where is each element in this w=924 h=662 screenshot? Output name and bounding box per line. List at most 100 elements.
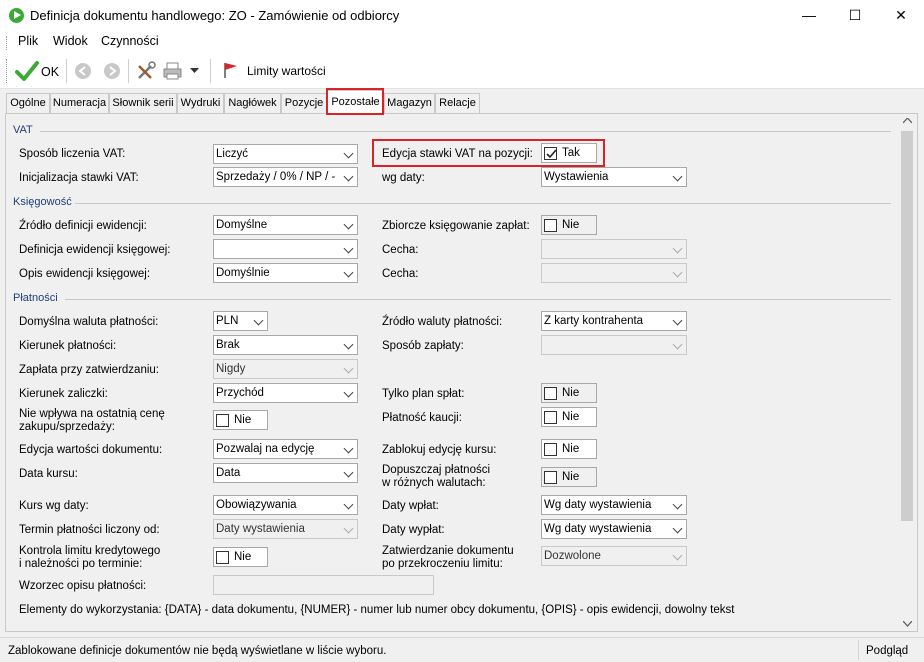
zatwierdzanie-dokumentu-label-line2: po przekroczeniu limitu: bbox=[382, 558, 503, 570]
chevron-down-icon bbox=[672, 550, 683, 561]
toolbar: OK Limity wartości bbox=[0, 53, 924, 89]
zaplata-przy-zatwierdzaniu-value: Nigdy bbox=[216, 363, 246, 375]
printer-icon[interactable] bbox=[162, 61, 184, 81]
status-message: Zablokowane definicje dokumentów nie będ… bbox=[8, 645, 387, 657]
chevron-down-icon bbox=[672, 171, 683, 182]
section-ksiegowosc-header: Księgowość bbox=[13, 196, 72, 208]
sposob-zaplaty-label: Sposób zapłaty: bbox=[382, 340, 464, 352]
opis-ewidencji-label: Opis ewidencji księgowej: bbox=[19, 268, 151, 280]
opis-ewidencji-select[interactable]: Domyślnie bbox=[213, 263, 358, 283]
tab-naglowek[interactable]: Nagłówek bbox=[224, 93, 281, 113]
kontrola-limitu-checkbox[interactable]: Nie bbox=[213, 547, 268, 567]
zbiorcze-ksiegowanie-checkbox[interactable]: Nie bbox=[541, 215, 597, 235]
chevron-down-icon bbox=[672, 339, 683, 350]
status-bar: Zablokowane definicje dokumentów nie będ… bbox=[0, 637, 924, 662]
limits-label: Limity wartości bbox=[247, 64, 326, 78]
domyslna-waluta-select[interactable]: PLN bbox=[213, 311, 268, 331]
kurs-wg-daty-select[interactable]: Obowiązywania bbox=[213, 495, 358, 515]
nie-wplywa-checkbox[interactable]: Nie bbox=[213, 410, 268, 430]
definicja-ewidencji-select[interactable] bbox=[213, 239, 358, 259]
kierunek-platnosci-select[interactable]: Brak bbox=[213, 335, 358, 355]
menu-czynnosci[interactable]: Czynności bbox=[101, 34, 159, 48]
data-kursu-select[interactable]: Data bbox=[213, 463, 358, 483]
previous-icon[interactable] bbox=[74, 62, 92, 80]
scroll-down-icon[interactable] bbox=[903, 621, 912, 627]
close-button[interactable]: ✕ bbox=[878, 0, 924, 31]
nie-wplywa-label-line1: Nie wpływa na ostatnią cenę bbox=[19, 408, 165, 420]
tylko-plan-splat-checkbox[interactable]: Nie bbox=[541, 383, 597, 403]
checkbox-box bbox=[544, 219, 557, 232]
zaplata-przy-zatwierdzaniu-select[interactable]: Nigdy bbox=[213, 359, 358, 379]
tab-magazyn[interactable]: Magazyn bbox=[384, 93, 435, 113]
zbiorcze-ksiegowanie-value: Nie bbox=[562, 219, 580, 231]
chevron-down-icon bbox=[343, 499, 354, 510]
tab-wydruki[interactable]: Wydruki bbox=[177, 93, 224, 113]
sposob-zaplaty-select[interactable] bbox=[541, 335, 687, 355]
definicja-ewidencji-label: Definicja ewidencji księgowej: bbox=[19, 244, 171, 256]
tab-ogolne[interactable]: Ogólne bbox=[6, 93, 50, 113]
wg-daty-label: wg daty: bbox=[382, 172, 425, 184]
platnosc-kaucji-value: Nie bbox=[562, 411, 580, 423]
chevron-down-icon bbox=[672, 315, 683, 326]
wzorzec-opisu-input[interactable] bbox=[213, 575, 434, 595]
limits-button[interactable]: Limity wartości bbox=[222, 59, 332, 83]
maximize-button[interactable]: ☐ bbox=[832, 0, 878, 31]
dopuszczaj-platnosci-checkbox[interactable]: Nie bbox=[541, 467, 597, 487]
tab-relacje[interactable]: Relacje bbox=[435, 93, 480, 113]
platnosc-kaucji-label: Płatność kaucji: bbox=[382, 412, 462, 424]
ok-button[interactable]: OK bbox=[13, 57, 63, 85]
menu-grip bbox=[6, 36, 7, 50]
checkbox-box bbox=[216, 551, 229, 564]
chevron-down-icon bbox=[343, 339, 354, 350]
vat-highlight-box bbox=[372, 139, 605, 167]
edycja-wartosci-label: Edycja wartości dokumentu: bbox=[19, 444, 163, 456]
zatwierdzanie-dokumentu-label-line1: Zatwierdzanie dokumentu bbox=[382, 545, 514, 557]
menu-widok[interactable]: Widok bbox=[53, 34, 88, 48]
data-kursu-label: Data kursu: bbox=[19, 468, 78, 480]
inicjalizacja-stawki-vat-select[interactable]: Sprzedaży / 0% / NP / - bbox=[213, 167, 358, 187]
wg-daty-select[interactable]: Wystawienia bbox=[541, 167, 687, 187]
status-mode: Podgląd bbox=[866, 645, 909, 657]
checkmark-icon bbox=[15, 61, 39, 81]
menu-plik[interactable]: Plik bbox=[18, 34, 38, 48]
zatwierdzanie-dokumentu-value: Dozwolone bbox=[544, 550, 601, 562]
zatwierdzanie-dokumentu-select[interactable]: Dozwolone bbox=[541, 546, 687, 566]
termin-platnosci-select[interactable]: Daty wystawienia bbox=[213, 519, 358, 539]
daty-wplat-label: Daty wpłat: bbox=[382, 500, 439, 512]
cecha-1-label: Cecha: bbox=[382, 244, 419, 256]
zbiorcze-ksiegowanie-label: Zbiorcze księgowanie zapłat: bbox=[382, 220, 530, 232]
daty-wplat-select[interactable]: Wg daty wystawienia bbox=[541, 495, 687, 515]
chevron-down-icon bbox=[343, 523, 354, 534]
cecha-1-select[interactable] bbox=[541, 239, 687, 259]
scroll-up-icon[interactable] bbox=[903, 118, 912, 124]
flag-icon bbox=[224, 63, 237, 78]
checkbox-box bbox=[544, 411, 557, 424]
chevron-down-icon bbox=[343, 467, 354, 478]
chevron-down-icon[interactable] bbox=[190, 68, 199, 74]
kierunek-platnosci-value: Brak bbox=[216, 339, 240, 351]
zrodlo-waluty-select[interactable]: Z karty kontrahenta bbox=[541, 311, 687, 331]
tab-numeracja[interactable]: Numeracja bbox=[50, 93, 109, 113]
tools-icon[interactable] bbox=[136, 61, 156, 81]
section-divider bbox=[75, 203, 891, 204]
chevron-down-icon bbox=[343, 219, 354, 230]
scrollbar-thumb[interactable] bbox=[901, 131, 913, 521]
minimize-button[interactable]: — bbox=[786, 0, 832, 31]
next-icon[interactable] bbox=[103, 62, 121, 80]
sposob-liczenia-vat-select[interactable]: Liczyć bbox=[213, 144, 358, 164]
chevron-down-icon bbox=[253, 315, 264, 326]
checkbox-box bbox=[544, 471, 557, 484]
edycja-wartosci-select[interactable]: Pozwalaj na edycję bbox=[213, 439, 358, 459]
tab-pozycje[interactable]: Pozycje bbox=[281, 93, 327, 113]
zablokuj-edycje-kursu-checkbox[interactable]: Nie bbox=[541, 439, 597, 459]
termin-platnosci-label: Termin płatności liczony od: bbox=[19, 524, 160, 536]
zrodlo-definicji-select[interactable]: Domyślne bbox=[213, 215, 358, 235]
tab-slownik-serii[interactable]: Słownik serii bbox=[109, 93, 177, 113]
inicjalizacja-stawki-vat-label: Inicjalizacja stawki VAT: bbox=[19, 172, 139, 184]
checkbox-box bbox=[544, 387, 557, 400]
platnosc-kaucji-checkbox[interactable]: Nie bbox=[541, 407, 597, 427]
daty-wyplat-select[interactable]: Wg daty wystawienia bbox=[541, 519, 687, 539]
section-vat-header: VAT bbox=[13, 124, 33, 136]
cecha-2-select[interactable] bbox=[541, 263, 687, 283]
kierunek-zaliczki-select[interactable]: Przychód bbox=[213, 383, 358, 403]
